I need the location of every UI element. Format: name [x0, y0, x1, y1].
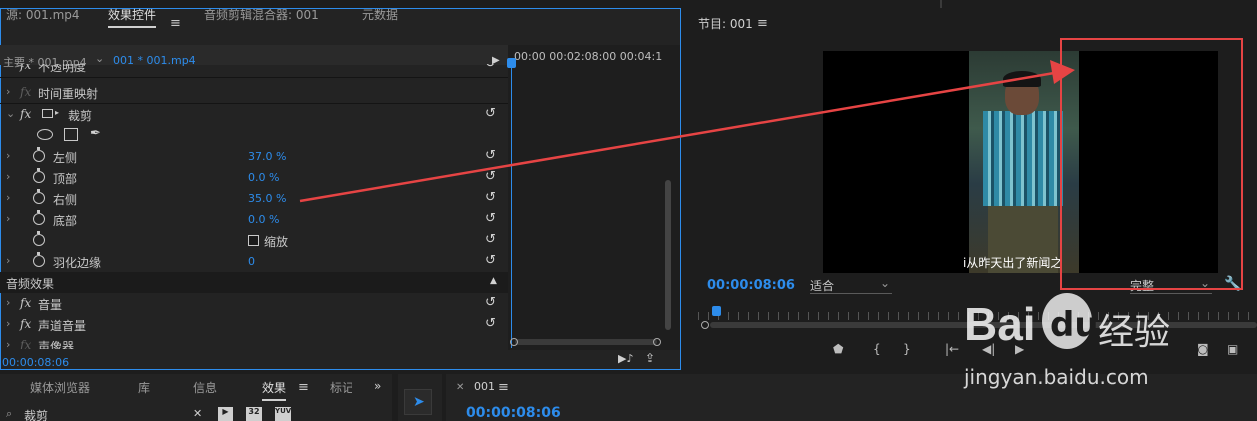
watermark-jingyan: 经验	[1098, 312, 1171, 353]
annotation-arrow-line	[299, 70, 1061, 203]
watermark-bai: Bai	[964, 298, 1036, 350]
annotation-box	[1060, 38, 1243, 290]
watermark-du: du	[1050, 305, 1099, 345]
watermark-url: jingyan.baidu.com	[964, 365, 1149, 389]
baidu-watermark: Bai du 经验 jingyan.baidu.com	[930, 285, 1250, 420]
